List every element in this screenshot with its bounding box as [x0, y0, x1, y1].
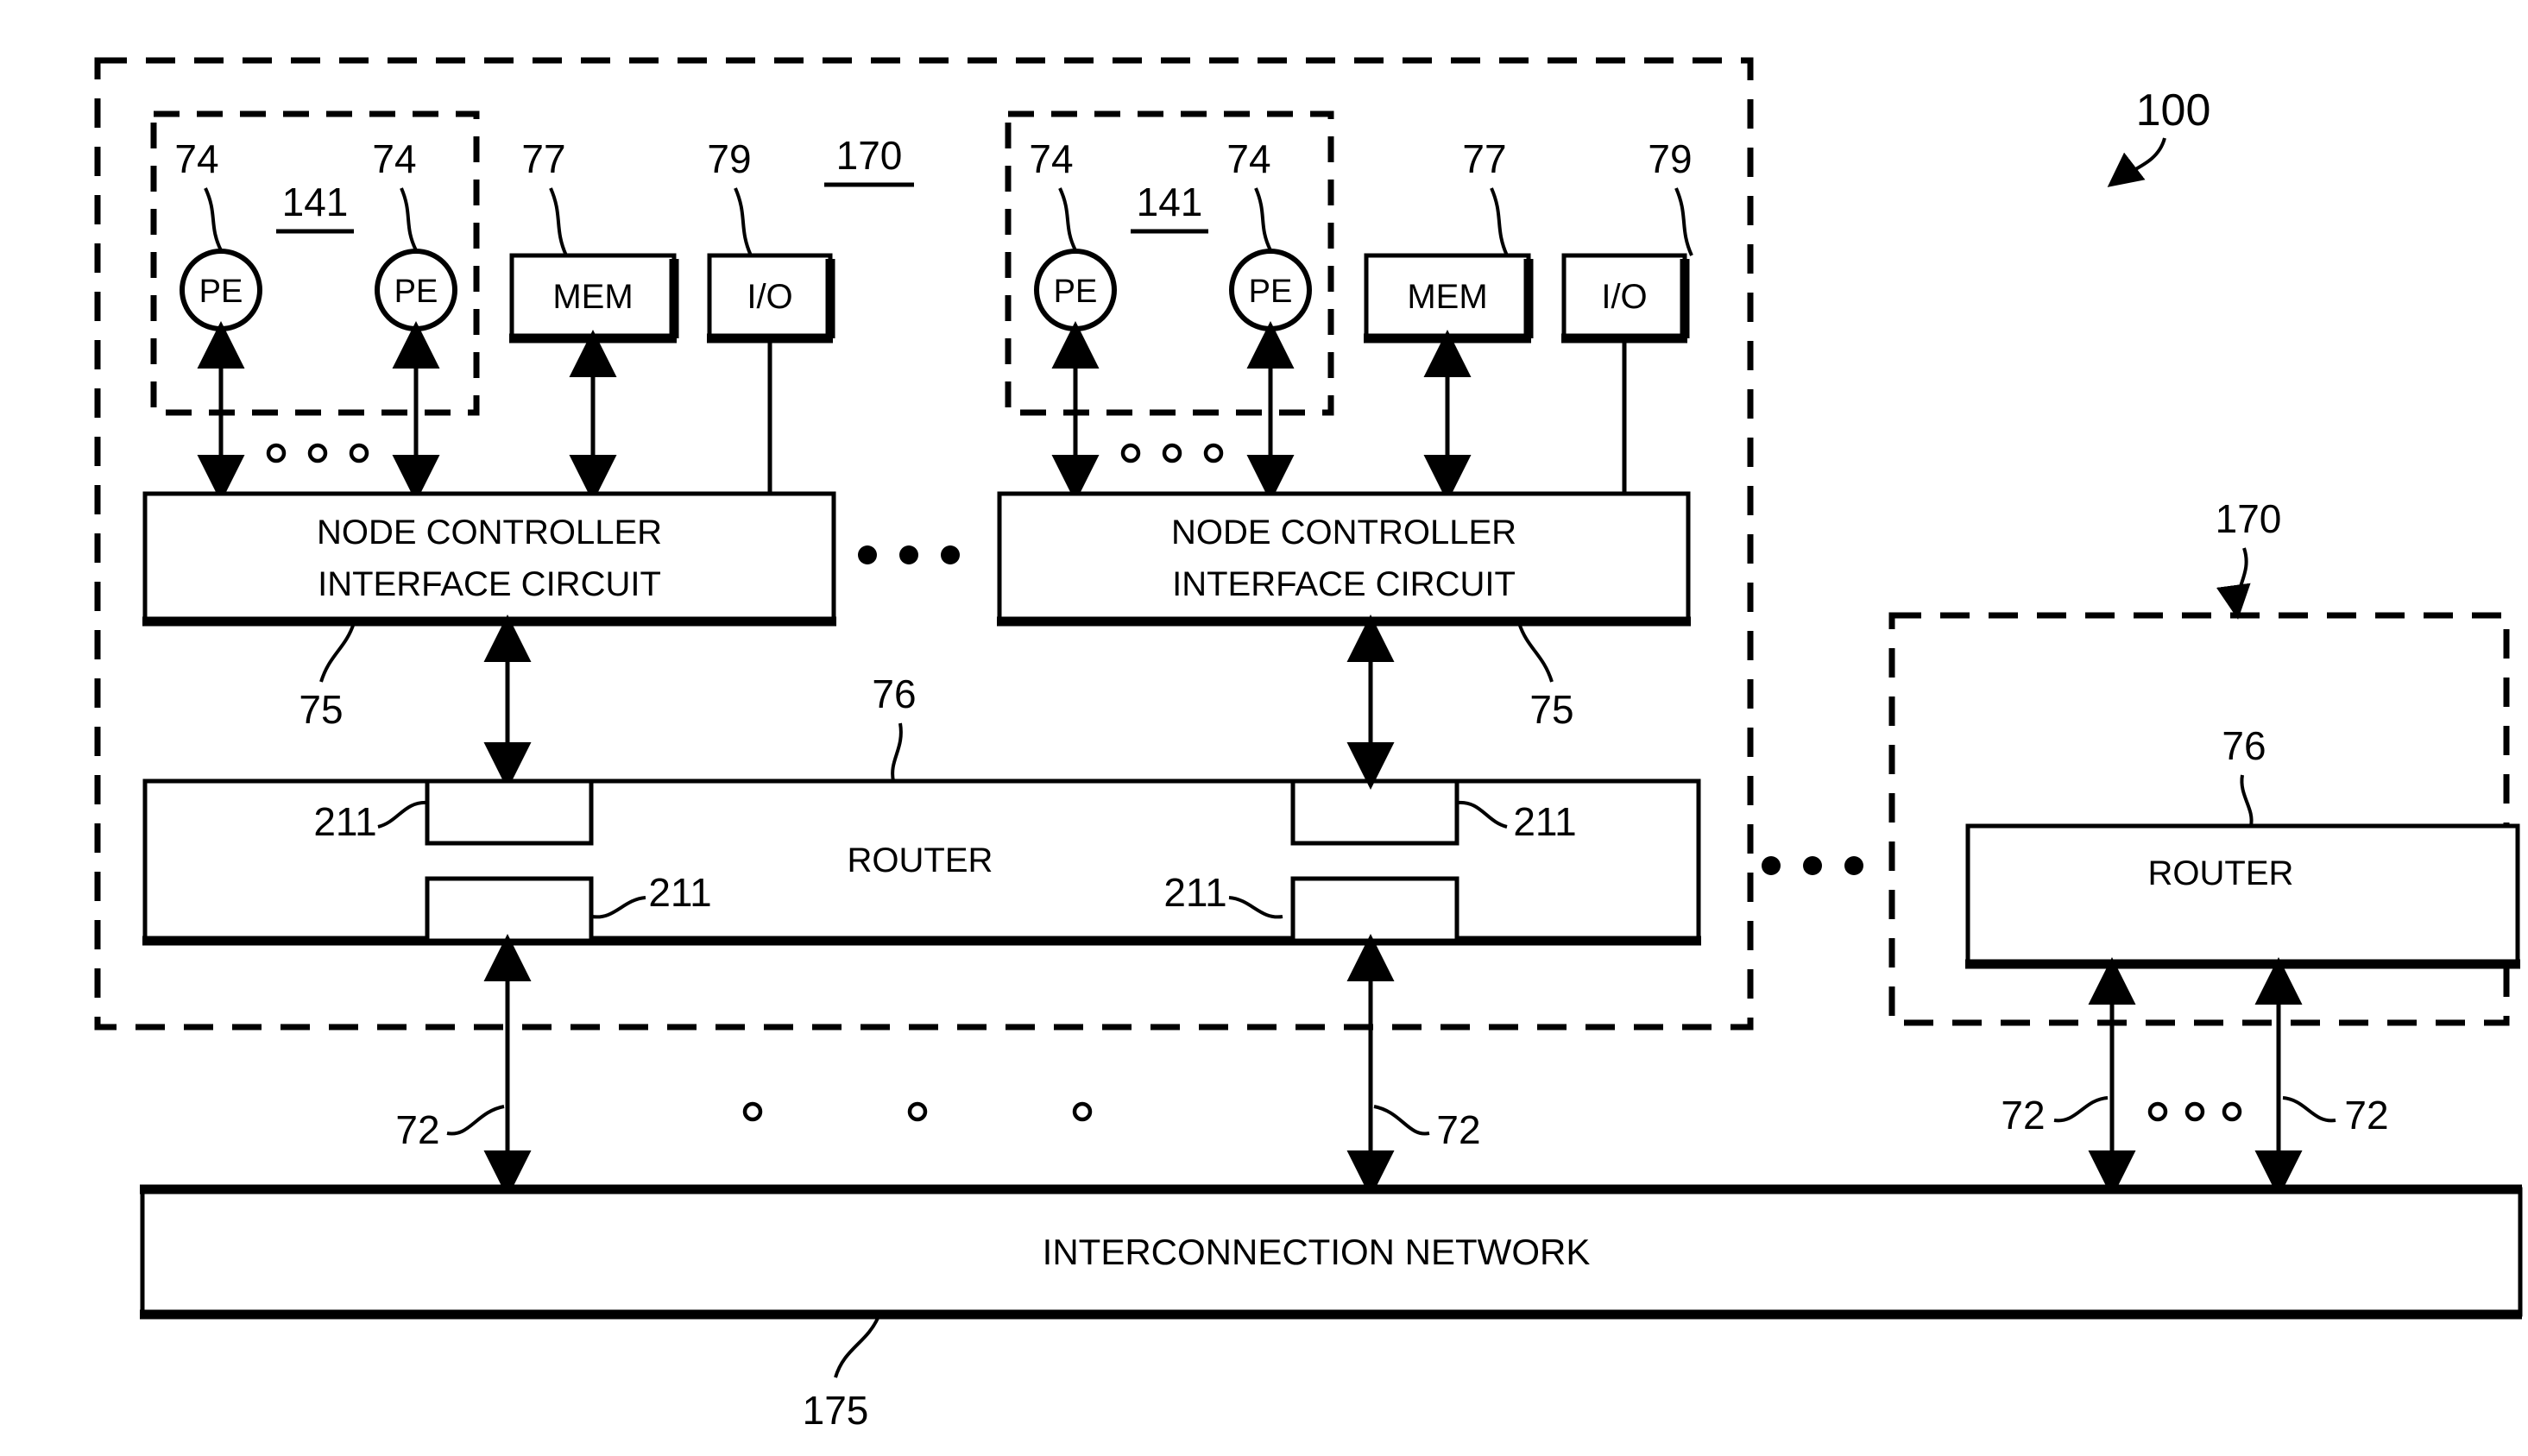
node-2-node-controller-line1: NODE CONTROLLER: [1171, 514, 1516, 552]
node-1-pe-1-label: PE: [199, 274, 243, 310]
leader-72-node-n-left: [2053, 1096, 2109, 1123]
leader-175: [834, 1315, 880, 1378]
ref-100-system: 100: [2136, 85, 2211, 136]
ref-79-node1: 79: [707, 136, 751, 181]
node-1-router-label: ROUTER: [848, 841, 993, 879]
router-row-ellipsis-dot-3: [1844, 856, 1863, 875]
ref-72-node1-right: 72: [1436, 1107, 1480, 1152]
ref-141-node1: 141: [282, 180, 349, 224]
leader-76-node-n: [2240, 774, 2254, 827]
ref-74-node1-pe2: 74: [372, 136, 416, 181]
node-n-router-label: ROUTER: [2148, 854, 2294, 892]
system-block-diagram: 141 74 74 PE PE 77 MEM 79 I/O 170 NODE C…: [94, 57, 2523, 1433]
ref-77-node2: 77: [1462, 136, 1506, 181]
node-1-mem-label: MEM: [552, 278, 633, 316]
node-1-pe-ellipsis-dot-1: [266, 443, 287, 463]
node-1-router-port-bottom-right[interactable]: [1290, 876, 1459, 943]
patent-figure-canvas: 141 74 74 PE PE 77 MEM 79 I/O 170 NODE C…: [0, 0, 2528, 1456]
leader-74-node2-pe1: [1058, 187, 1077, 251]
leader-79-node1: [734, 187, 753, 256]
router-row-ellipsis-dot-2: [1803, 856, 1822, 875]
node-1-pe-ellipsis-dot-3: [349, 443, 369, 463]
leader-100-system: [2107, 137, 2166, 187]
leader-77-node1: [549, 187, 568, 256]
node-n-link-ellipsis-dot-3: [2222, 1101, 2242, 1122]
leader-76-node1: [891, 722, 903, 782]
node-1-node-controller-line2: INTERFACE CIRCUIT: [318, 565, 661, 603]
network-link-ellipsis-dot-3: [1072, 1101, 1093, 1122]
ref-211-node1-tr: 211: [1513, 799, 1576, 844]
node-2-io-label: I/O: [1601, 278, 1647, 316]
ref-76-node-n: 76: [2222, 723, 2266, 768]
router-row-ellipsis-dot-1: [1762, 856, 1781, 875]
node-2-pe-ellipsis-dot-1: [1120, 443, 1141, 463]
node-row-ellipsis-dot-1: [858, 545, 877, 564]
ref-76-node1: 76: [872, 671, 916, 716]
node-row-ellipsis-dot-3: [941, 545, 960, 564]
node-1-router-port-top-right[interactable]: [1290, 778, 1459, 846]
network-link-ellipsis-dot-2: [907, 1101, 928, 1122]
leader-72-left: [446, 1105, 505, 1136]
ref-211-node1-bl: 211: [648, 870, 711, 915]
node-1-pe-ellipsis-dot-2: [307, 443, 328, 463]
leader-72-node1-right: [1373, 1105, 1430, 1136]
ref-211-node1-tl: 211: [313, 799, 376, 844]
leader-75-node1: [319, 622, 356, 683]
ref-211-node1-br: 211: [1163, 870, 1226, 915]
ref-77-node1: 77: [521, 136, 565, 181]
node-2-pe-1-label: PE: [1054, 274, 1098, 310]
ref-74-node2-pe2: 74: [1226, 136, 1270, 181]
node-2-node-controller-line2: INTERFACE CIRCUIT: [1172, 565, 1516, 603]
ref-72-node-n-left: 72: [2001, 1093, 2045, 1138]
ref-72-left: 72: [395, 1107, 439, 1152]
leader-170-node-n: [2216, 547, 2251, 620]
interconnection-network-label: INTERCONNECTION NETWORK: [1043, 1232, 1591, 1272]
ref-170-node-n: 170: [2216, 496, 2282, 541]
node-1-pe-2-label: PE: [394, 274, 438, 310]
ref-75-node1: 75: [299, 687, 343, 732]
ref-75-node2: 75: [1529, 687, 1573, 732]
leader-77-node2: [1490, 187, 1509, 256]
ref-74-node1-pe1: 74: [174, 136, 218, 181]
ref-170-node1: 170: [836, 133, 903, 178]
leader-74-node1-pe2: [400, 187, 418, 251]
node-1-router-port-top-left[interactable]: [425, 778, 594, 846]
leader-72-node-n-right: [2282, 1096, 2336, 1123]
node-2-pe-ellipsis-dot-3: [1203, 443, 1224, 463]
ref-72-node-n-right: 72: [2344, 1093, 2388, 1138]
leader-74-node1-pe1: [204, 187, 223, 251]
network-link-ellipsis-dot-1: [742, 1101, 763, 1122]
node-2-pe-2-label: PE: [1249, 274, 1293, 310]
ref-175: 175: [803, 1388, 869, 1433]
node-1-io-label: I/O: [747, 278, 792, 316]
node-1-node-controller-line1: NODE CONTROLLER: [317, 514, 662, 552]
ref-141-node2: 141: [1137, 180, 1203, 224]
node-n-link-ellipsis-dot-1: [2147, 1101, 2168, 1122]
ref-79-node2: 79: [1648, 136, 1692, 181]
leader-74-node2-pe2: [1254, 187, 1272, 251]
node-1-router-port-bottom-left[interactable]: [425, 876, 594, 943]
node-2-pe-ellipsis-dot-2: [1162, 443, 1182, 463]
ref-74-node2-pe1: 74: [1029, 136, 1073, 181]
leader-75-node2: [1517, 622, 1554, 683]
node-n-router-box[interactable]: [1965, 823, 2520, 967]
node-n-link-ellipsis-dot-2: [2184, 1101, 2205, 1122]
leader-79-node2: [1674, 187, 1693, 256]
node-row-ellipsis-dot-2: [899, 545, 918, 564]
node-2-mem-label: MEM: [1407, 278, 1487, 316]
